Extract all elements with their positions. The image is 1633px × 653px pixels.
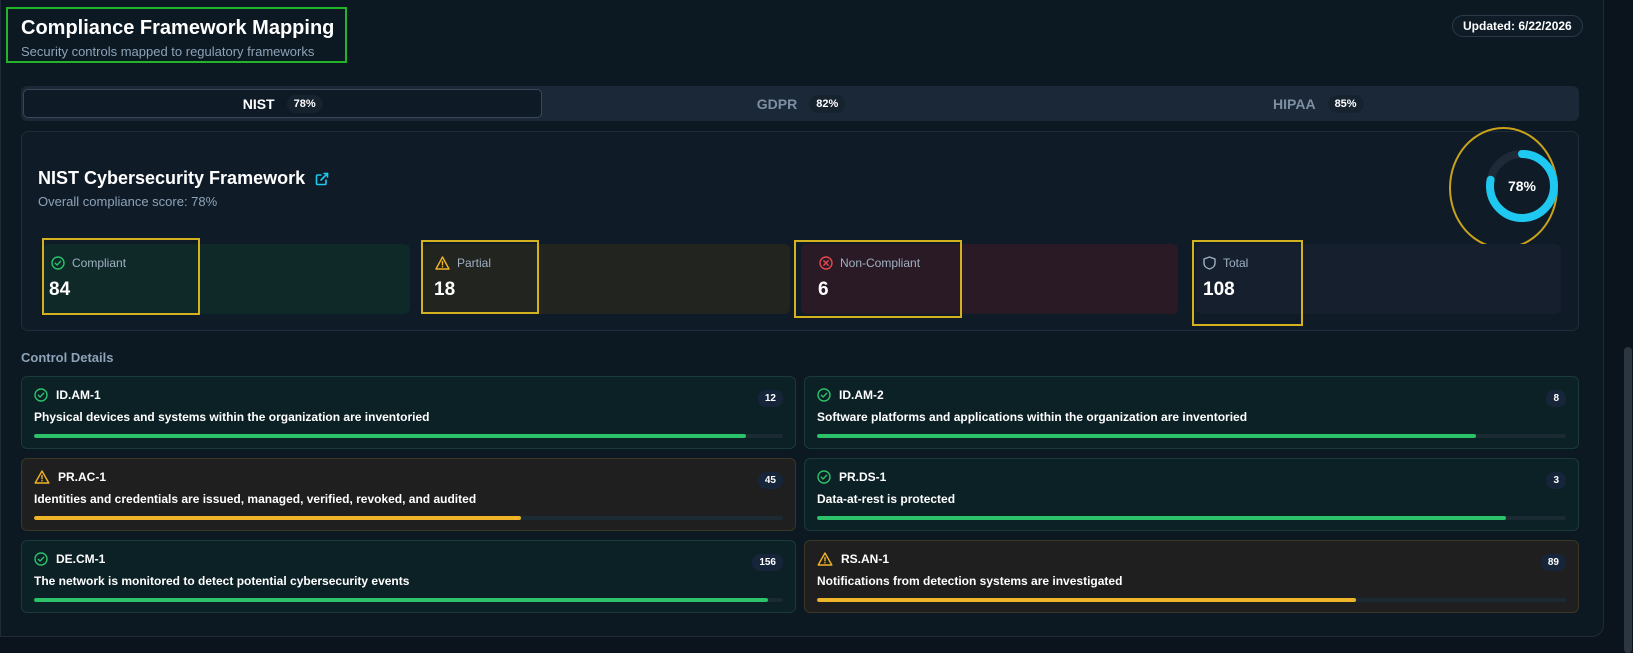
stat-label-non-compliant: Non-Compliant [819, 256, 920, 270]
control-description: The network is monitored to detect poten… [34, 574, 410, 588]
control-progress-fill [817, 598, 1357, 602]
stat-value-total: 108 [1203, 279, 1235, 300]
control-header: DE.CM-1 [34, 552, 105, 566]
updated-badge: Updated: 6/22/2026 [1452, 15, 1583, 37]
gauge-score-label: 78% [1507, 178, 1537, 194]
control-description: Physical devices and systems within the … [34, 410, 430, 424]
tab-score-badge: 82% [809, 94, 846, 113]
check-circle-icon [51, 256, 65, 270]
tab-score-badge: 85% [1327, 94, 1364, 113]
stat-label-text: Compliant [72, 256, 127, 270]
check-circle-icon [817, 388, 831, 402]
framework-title-text: NIST Cybersecurity Framework [38, 168, 306, 188]
stat-label-total: Total [1203, 256, 1248, 270]
stat-label-text: Partial [457, 256, 492, 270]
control-description: Software platforms and applications with… [817, 410, 1248, 424]
warning-triangle-icon [435, 256, 450, 270]
control-description: Notifications from detection systems are… [817, 574, 1123, 588]
control-progress-fill [34, 516, 521, 520]
tab-nist[interactable]: NIST 78% [23, 89, 543, 118]
control-id: ID.AM-1 [56, 388, 101, 402]
shield-icon [1203, 256, 1216, 270]
control-id: PR.AC-1 [58, 470, 107, 484]
stat-highlight [42, 238, 200, 315]
check-circle-icon [817, 470, 831, 484]
control-progress-bar [817, 516, 1566, 520]
control-description: Data-at-rest is protected [817, 492, 956, 506]
control-progress-fill [817, 516, 1507, 520]
framework-title: NIST Cybersecurity Framework [38, 168, 329, 189]
control-progress-fill [34, 598, 769, 602]
stat-highlight [421, 240, 539, 314]
control-card[interactable]: PR.DS-1 3 Data-at-rest is protected [804, 458, 1579, 531]
stat-value-partial: 18 [434, 279, 456, 300]
control-id: DE.CM-1 [56, 552, 106, 566]
stat-value-compliant: 84 [49, 279, 71, 300]
tab-score-badge: 78% [286, 94, 323, 113]
x-circle-icon [819, 256, 833, 270]
control-id: RS.AN-1 [841, 552, 890, 566]
stat-label-partial: Partial [435, 256, 491, 270]
control-header: ID.AM-2 [817, 388, 884, 402]
warning-triangle-icon [34, 470, 50, 484]
control-card[interactable]: DE.CM-1 156 The network is monitored to de… [21, 540, 796, 613]
tab-label: GDPR [756, 95, 798, 112]
control-id: PR.DS-1 [839, 470, 887, 484]
scrollbar-thumb[interactable] [1624, 347, 1632, 653]
stat-value-non-compliant: 6 [818, 279, 829, 300]
control-header: ID.AM-1 [34, 388, 101, 402]
control-header: RS.AN-1 [817, 552, 889, 566]
warning-triangle-icon [817, 552, 833, 566]
tab-label: HIPAA [1273, 95, 1316, 112]
check-circle-icon [34, 552, 48, 566]
control-progress-bar [817, 434, 1566, 438]
page-title: Compliance Framework Mapping [21, 17, 335, 39]
framework-tabs: NIST 78% GDPR 82% HIPAA 85% [21, 86, 1579, 121]
control-progress-fill [34, 434, 746, 438]
control-progress-bar [34, 598, 783, 602]
control-progress-bar [34, 516, 783, 520]
control-count-badge: 156 [752, 554, 783, 571]
control-progress-bar [817, 598, 1566, 602]
framework-score-text: Overall compliance score: 78% [38, 194, 218, 209]
control-count-badge: 12 [757, 390, 783, 407]
control-card[interactable]: ID.AM-2 8 Software platforms and applicati… [804, 376, 1579, 449]
scrollbar[interactable] [1604, 0, 1633, 653]
stat-label-text: Non-Compliant [840, 256, 921, 270]
control-count-badge: 3 [1546, 472, 1566, 489]
control-count-badge: 8 [1546, 390, 1566, 407]
control-id: ID.AM-2 [839, 388, 884, 402]
control-card[interactable]: PR.AC-1 45 Identities and credentials are … [21, 458, 796, 531]
check-circle-icon [34, 388, 48, 402]
control-count-badge: 45 [757, 472, 783, 489]
control-count-badge: 89 [1540, 554, 1566, 571]
external-link-icon[interactable] [315, 172, 329, 186]
page-subtitle: Security controls mapped to regulatory f… [21, 44, 315, 59]
tab-hipaa[interactable]: HIPAA 85% [1060, 89, 1577, 118]
control-header: PR.AC-1 [34, 470, 106, 484]
control-description: Identities and credentials are issued, m… [34, 492, 477, 506]
tab-gdpr[interactable]: GDPR 82% [542, 89, 1059, 118]
control-card[interactable]: ID.AM-1 12 Physical devices and systems wi… [21, 376, 796, 449]
stat-label-text: Total [1223, 256, 1249, 270]
control-header: PR.DS-1 [817, 470, 886, 484]
control-details-title: Control Details [21, 350, 114, 365]
stat-label-compliant: Compliant [51, 256, 126, 270]
tab-label: NIST [242, 95, 275, 112]
control-progress-fill [817, 434, 1477, 438]
control-progress-bar [34, 434, 783, 438]
control-card[interactable]: RS.AN-1 89 Notifications from detection sy… [804, 540, 1579, 613]
